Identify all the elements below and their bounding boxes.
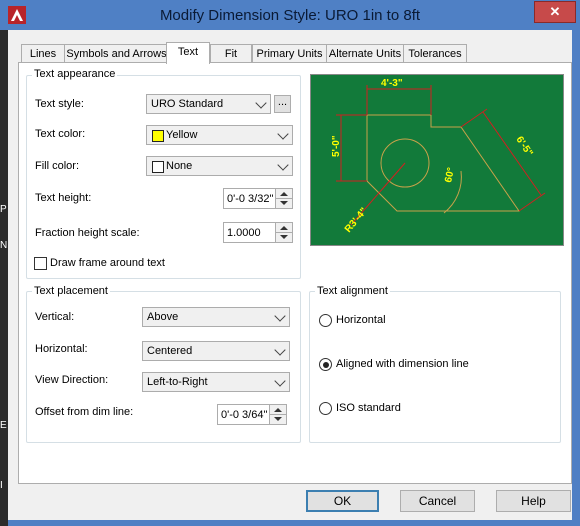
spin-up-icon[interactable] <box>280 192 288 196</box>
tab-lines[interactable]: Lines <box>21 44 65 63</box>
close-button[interactable]: ✕ <box>534 1 576 23</box>
window-title: Modify Dimension Style: URO 1in to 8ft <box>159 7 421 24</box>
cancel-button[interactable]: Cancel <box>400 490 475 512</box>
text-height-spinner[interactable]: 0'-0 3/32" <box>223 188 293 209</box>
preview-dim-right: 6'-5" <box>514 135 535 159</box>
preview-drawing: 4'-3" 5'-0" 6'-5" 60° R3'-4" <box>331 78 546 235</box>
text-height-value: 0'-0 3/32" <box>227 193 274 205</box>
spin-down-icon[interactable] <box>274 417 282 421</box>
offset-value: 0'-0 3/64" <box>221 409 268 421</box>
tab-symbols-and-arrows[interactable]: Symbols and Arrows <box>64 44 169 63</box>
tab-alternate-units[interactable]: Alternate Units <box>326 44 404 63</box>
iso-standard-radio-label: ISO standard <box>336 402 401 414</box>
text-alignment-title: Text alignment <box>315 285 390 297</box>
text-style-label: Text style: <box>35 98 84 110</box>
fraction-height-scale-spinner[interactable]: 1.0000 <box>223 222 293 243</box>
aligned-radio-label: Aligned with dimension line <box>336 358 469 370</box>
spin-down-icon[interactable] <box>280 201 288 205</box>
horizontal-value: Centered <box>147 345 193 357</box>
tab-text[interactable]: Text <box>166 42 210 64</box>
chevron-down-icon <box>274 375 286 387</box>
offset-spinner[interactable]: 0'-0 3/64" <box>217 404 287 425</box>
spinner-buttons[interactable] <box>269 405 286 424</box>
text-style-browse-button[interactable]: ... <box>274 95 291 113</box>
fraction-height-scale-label: Fraction height scale: <box>35 227 140 239</box>
vertical-dropdown[interactable]: Above <box>142 307 290 327</box>
preview-dim-top: 4'-3" <box>381 78 403 89</box>
spinner-buttons[interactable] <box>275 223 292 242</box>
chevron-down-icon <box>277 159 289 171</box>
draw-frame-label: Draw frame around text <box>50 257 165 269</box>
vertical-value: Above <box>147 311 179 323</box>
horizontal-label: Horizontal: <box>35 343 88 355</box>
spin-up-icon[interactable] <box>274 408 282 412</box>
chevron-down-icon <box>277 128 289 140</box>
vertical-label: Vertical: <box>35 311 75 323</box>
fill-color-value: None <box>166 160 193 172</box>
text-color-value: Yellow <box>166 129 198 141</box>
view-direction-label: View Direction: <box>35 374 109 386</box>
tab-fit[interactable]: Fit <box>210 44 252 63</box>
background-app-strip: P N E I <box>0 28 8 526</box>
tab-primary-units[interactable]: Primary Units <box>252 44 327 63</box>
title-bar[interactable]: Modify Dimension Style: URO 1in to 8ft ✕ <box>0 0 580 30</box>
background-fragment: N <box>0 240 8 251</box>
background-fragment: P <box>0 204 7 215</box>
text-placement-title: Text placement <box>32 285 110 297</box>
text-height-label: Text height: <box>35 192 92 204</box>
horizontal-dropdown[interactable]: Centered <box>142 341 290 361</box>
yellow-swatch-icon <box>152 130 164 142</box>
help-button[interactable]: Help <box>496 490 571 512</box>
spin-up-icon[interactable] <box>280 226 288 230</box>
text-color-label: Text color: <box>35 128 86 140</box>
none-swatch-icon <box>152 161 164 173</box>
text-appearance-title: Text appearance <box>32 68 118 80</box>
horizontal-radio[interactable] <box>319 314 332 327</box>
background-fragment: E <box>0 420 7 431</box>
spin-down-icon[interactable] <box>280 235 288 239</box>
fill-color-label: Fill color: <box>35 160 80 172</box>
dimension-preview: 4'-3" 5'-0" 6'-5" 60° R3'-4" <box>310 74 564 246</box>
view-direction-dropdown[interactable]: Left-to-Right <box>142 372 290 392</box>
tab-tolerances[interactable]: Tolerances <box>403 44 467 63</box>
iso-standard-radio[interactable] <box>319 402 332 415</box>
horizontal-radio-label: Horizontal <box>336 314 386 326</box>
view-direction-value: Left-to-Right <box>147 376 208 388</box>
chevron-down-icon <box>274 344 286 356</box>
fraction-height-scale-value: 1.0000 <box>227 227 261 239</box>
draw-frame-checkbox[interactable] <box>34 257 47 270</box>
fill-color-dropdown[interactable]: None <box>146 156 293 176</box>
ok-button[interactable]: OK <box>306 490 379 512</box>
preview-dim-radius: R3'-4" <box>343 206 370 235</box>
background-fragment: I <box>0 480 3 491</box>
offset-label: Offset from dim line: <box>35 406 134 418</box>
text-style-value: URO Standard <box>151 98 224 110</box>
preview-dim-left: 5'-0" <box>331 135 342 157</box>
spinner-buttons[interactable] <box>275 189 292 208</box>
aligned-radio[interactable] <box>319 358 332 371</box>
text-style-dropdown[interactable]: URO Standard <box>146 94 271 114</box>
chevron-down-icon <box>274 310 286 322</box>
preview-dim-angle: 60° <box>443 167 457 184</box>
chevron-down-icon <box>255 97 267 109</box>
text-color-dropdown[interactable]: Yellow <box>146 125 293 145</box>
